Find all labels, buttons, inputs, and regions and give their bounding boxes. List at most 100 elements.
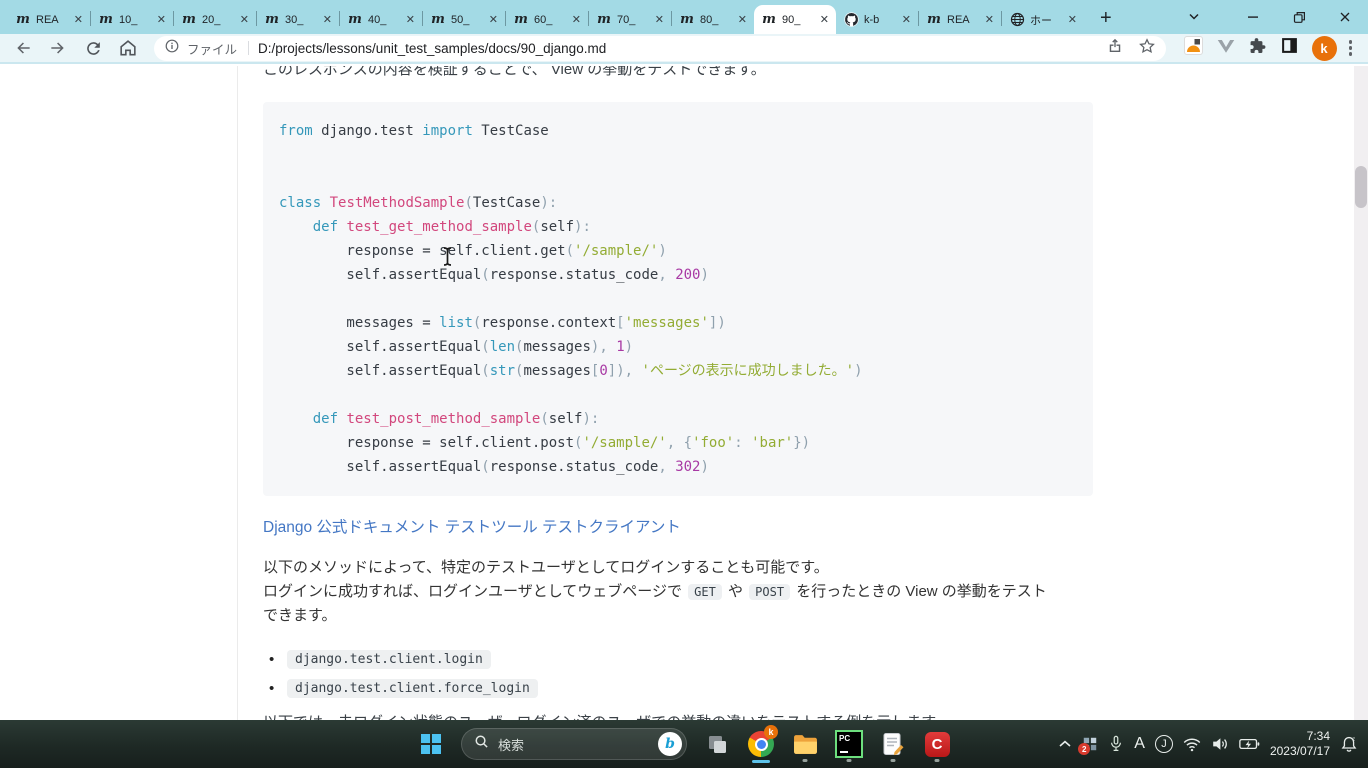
tab-close-icon[interactable]: ✕: [738, 13, 747, 26]
tab-k-b[interactable]: k-b✕: [836, 5, 918, 34]
page-info-icon[interactable]: [164, 38, 180, 59]
code-line: def test_get_method_sample(self):: [279, 215, 1077, 239]
tab-60_[interactable]: m60_✕: [506, 5, 588, 34]
github-icon: [843, 12, 859, 27]
vue-devtools-icon[interactable]: [1217, 38, 1235, 59]
running-app-indicator: [935, 759, 940, 762]
tab-40_[interactable]: m40_✕: [340, 5, 422, 34]
tab-20_[interactable]: m20_✕: [174, 5, 256, 34]
tab-REA[interactable]: m REA✕: [8, 5, 90, 34]
start-button[interactable]: [411, 724, 451, 764]
notification-bell-icon[interactable]: z: [1340, 735, 1358, 754]
tab-70_[interactable]: m70_✕: [589, 5, 671, 34]
tab-close-icon[interactable]: ✕: [1068, 13, 1077, 26]
explorer-taskbar-button[interactable]: [785, 724, 825, 764]
markdown-viewer-extension-icon[interactable]: [1184, 36, 1203, 60]
markdown-icon: m: [596, 12, 612, 27]
wifi-icon[interactable]: [1183, 737, 1201, 752]
tab-ホー[interactable]: ホー✕: [1002, 5, 1084, 34]
tab-close-icon[interactable]: ✕: [323, 13, 332, 26]
extensions-area: [1184, 36, 1298, 60]
home-button[interactable]: [115, 35, 141, 61]
new-tab-button[interactable]: +: [1100, 8, 1112, 28]
code-line: response = self.client.post('/sample/', …: [279, 431, 1077, 455]
tab-close-icon[interactable]: ✕: [489, 13, 498, 26]
tab-close-icon[interactable]: ✕: [406, 13, 415, 26]
taskbar-clock[interactable]: 7:34 2023/07/17: [1270, 729, 1330, 759]
django-docs-link[interactable]: Django 公式ドキュメント テストツール テストクライアント: [263, 518, 681, 538]
markdown-icon: m: [430, 12, 446, 27]
bullet-marker: •: [263, 680, 287, 697]
tab-10_[interactable]: m10_✕: [91, 5, 173, 34]
tab-80_[interactable]: m80_✕: [672, 5, 754, 34]
window-controls: [1174, 0, 1368, 34]
windows-logo-icon: [421, 734, 441, 754]
back-button[interactable]: [10, 35, 36, 61]
forward-button[interactable]: [45, 35, 71, 61]
profile-avatar[interactable]: k: [1312, 36, 1337, 61]
markdown-icon: m: [679, 12, 695, 27]
code-line: self.assertEqual(response.status_code, 2…: [279, 263, 1077, 287]
text-segment: ログインに成功すれば、ログインユーザとしてウェブページで: [263, 583, 686, 600]
taskbar-search-box[interactable]: 検索 b: [461, 728, 687, 760]
login-paragraph: 以下のメソッドによって、特定のテストユーザとしてログインすることも可能です。ログ…: [263, 556, 1368, 628]
ime-mode-indicator[interactable]: A: [1134, 735, 1145, 753]
scrollbar-thumb[interactable]: [1355, 166, 1367, 208]
tab-close-icon[interactable]: ✕: [240, 13, 249, 26]
taskbar-apps: k PC C: [697, 724, 957, 764]
markdown-icon: m: [264, 12, 280, 27]
battery-icon[interactable]: [1239, 737, 1260, 751]
pycharm-taskbar-button[interactable]: PC: [829, 724, 869, 764]
share-icon[interactable]: [1106, 37, 1124, 60]
camtasia-taskbar-button[interactable]: C: [917, 724, 957, 764]
tab-close-icon[interactable]: ✕: [572, 13, 581, 26]
tab-close-icon[interactable]: ✕: [985, 13, 994, 26]
tab-label: 30_: [285, 14, 321, 26]
microphone-icon[interactable]: [1108, 735, 1124, 753]
tab-REA[interactable]: mREA✕: [919, 5, 1001, 34]
reload-button[interactable]: [80, 35, 106, 61]
tab-50_[interactable]: m50_✕: [423, 5, 505, 34]
code-line: [279, 383, 1077, 407]
tab-close-icon[interactable]: ✕: [157, 13, 166, 26]
bookmark-star-icon[interactable]: [1138, 37, 1156, 60]
notepad-taskbar-button[interactable]: [873, 724, 913, 764]
page-scrollbar[interactable]: [1354, 66, 1368, 768]
extensions-puzzle-icon[interactable]: [1249, 37, 1267, 60]
inline-code: django.test.client.login: [287, 650, 491, 669]
volume-icon[interactable]: [1211, 736, 1229, 752]
text-segment: を行ったときの View の挙動をテスト: [792, 583, 1047, 600]
clock-date: 2023/07/17: [1270, 744, 1330, 759]
text-segment: や: [724, 583, 747, 600]
tray-chevron-up-icon[interactable]: [1058, 738, 1072, 750]
reader-mode-extension-icon[interactable]: [1281, 37, 1298, 59]
tab-90_[interactable]: m90_✕: [754, 5, 836, 34]
tab-close-icon[interactable]: ✕: [655, 13, 664, 26]
app-badge: k: [764, 725, 778, 739]
text-segment: 以下のメソッドによって、特定のテストユーザとしてログインすることも可能です。: [263, 559, 829, 576]
tab-label: REA: [36, 14, 72, 26]
tray-overflow-app-icon[interactable]: 2: [1082, 736, 1098, 752]
bing-icon[interactable]: b: [658, 732, 682, 756]
minimize-button[interactable]: [1230, 0, 1276, 34]
tab-close-icon[interactable]: ✕: [902, 13, 911, 26]
tab-close-icon[interactable]: ✕: [820, 13, 829, 26]
tab-strip: mREA✕m10_✕m20_✕m30_✕m40_✕m50_✕m60_✕m70_✕…: [8, 0, 1084, 34]
browser-menu-icon[interactable]: [1343, 40, 1359, 56]
tray-j-app-icon[interactable]: J: [1155, 735, 1173, 753]
address-bar[interactable]: ファイル D:/projects/lessons/unit_test_sampl…: [154, 36, 1166, 61]
markdown-icon: m: [15, 12, 31, 27]
code-line: self.assertEqual(len(messages), 1): [279, 335, 1077, 359]
restore-button[interactable]: [1276, 0, 1322, 34]
tab-label: 90_: [782, 14, 818, 26]
list-item: •django.test.client.force_login: [263, 674, 1368, 703]
code-block: from django.test import TestCase class T…: [263, 102, 1093, 496]
tab-close-icon[interactable]: ✕: [74, 13, 83, 26]
task-view-taskbar-button[interactable]: [697, 724, 737, 764]
tab-search-chevron-icon[interactable]: [1174, 0, 1214, 34]
tab-30_[interactable]: m 30_✕: [257, 5, 339, 34]
chrome-taskbar-button[interactable]: k: [741, 724, 781, 764]
code-line: response = self.client.get('/sample/'): [279, 239, 1077, 263]
close-window-button[interactable]: [1322, 0, 1368, 34]
browser-tab-bar: mREA✕m10_✕m20_✕m30_✕m40_✕m50_✕m60_✕m70_✕…: [0, 0, 1368, 34]
